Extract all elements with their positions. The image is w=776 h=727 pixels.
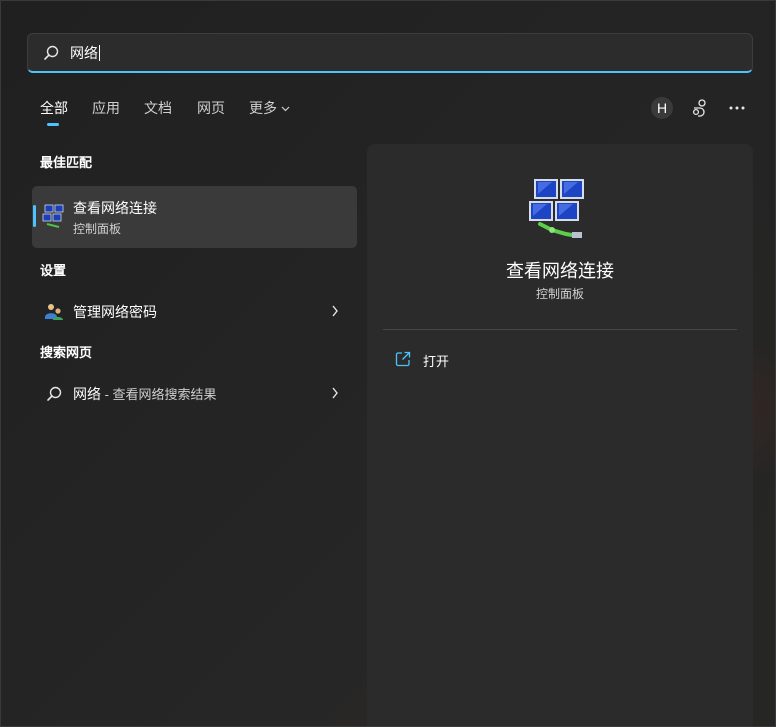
search-window: 网络 全部 应用 文档 网页 更多 H 最佳匹配 查看网络连接 控制面板 设置 [0, 0, 776, 727]
section-title-best-match: 最佳匹配 [40, 155, 93, 170]
web-search-item[interactable]: 网络 - 查看网络搜索结果 [32, 375, 357, 411]
tab-active-indicator [47, 123, 59, 126]
text-caret [99, 45, 100, 61]
section-title-web-search: 搜索网页 [40, 345, 93, 360]
tab-web[interactable]: 网页 [197, 99, 225, 117]
detail-title: 查看网络连接 [506, 261, 614, 281]
network-connections-icon [42, 204, 64, 228]
best-match-subtitle: 控制面板 [73, 222, 122, 236]
web-search-label: 网络 - 查看网络搜索结果 [73, 384, 217, 404]
divider [383, 329, 737, 330]
more-options-icon[interactable] [727, 98, 747, 118]
network-connections-icon [529, 179, 584, 238]
search-icon [47, 386, 62, 401]
detail-subtitle: 控制面板 [535, 287, 584, 301]
chevron-right-icon [332, 387, 338, 399]
best-match-item[interactable]: 查看网络连接 控制面板 [32, 186, 357, 248]
detail-pane: 查看网络连接 控制面板 打开 [367, 144, 753, 726]
search-input[interactable]: 网络 [70, 44, 100, 62]
tab-documents[interactable]: 文档 [144, 99, 172, 117]
chevron-right-icon [332, 305, 338, 317]
open-label: 打开 [423, 354, 450, 369]
tab-all[interactable]: 全部 [40, 99, 68, 117]
settings-item-label: 管理网络密码 [73, 304, 157, 320]
open-external-icon [395, 351, 411, 367]
section-title-settings: 设置 [40, 263, 67, 278]
web-search-suffix: - 查看网络搜索结果 [101, 387, 217, 402]
chevron-down-icon [281, 106, 290, 112]
open-button[interactable]: 打开 [389, 346, 589, 372]
tab-more[interactable]: 更多 [249, 99, 290, 117]
tab-more-label: 更多 [249, 100, 277, 116]
search-box[interactable]: 网络 [27, 33, 753, 73]
search-icon [44, 45, 59, 60]
settings-item-manage-network-passwords[interactable]: 管理网络密码 [32, 293, 357, 329]
avatar[interactable]: H [651, 97, 673, 119]
web-search-query: 网络 [73, 386, 101, 402]
best-match-title: 查看网络连接 [73, 200, 157, 216]
share-icon[interactable] [690, 98, 710, 118]
tab-apps[interactable]: 应用 [92, 99, 120, 117]
selection-indicator [33, 205, 36, 227]
user-credentials-icon [45, 304, 63, 320]
